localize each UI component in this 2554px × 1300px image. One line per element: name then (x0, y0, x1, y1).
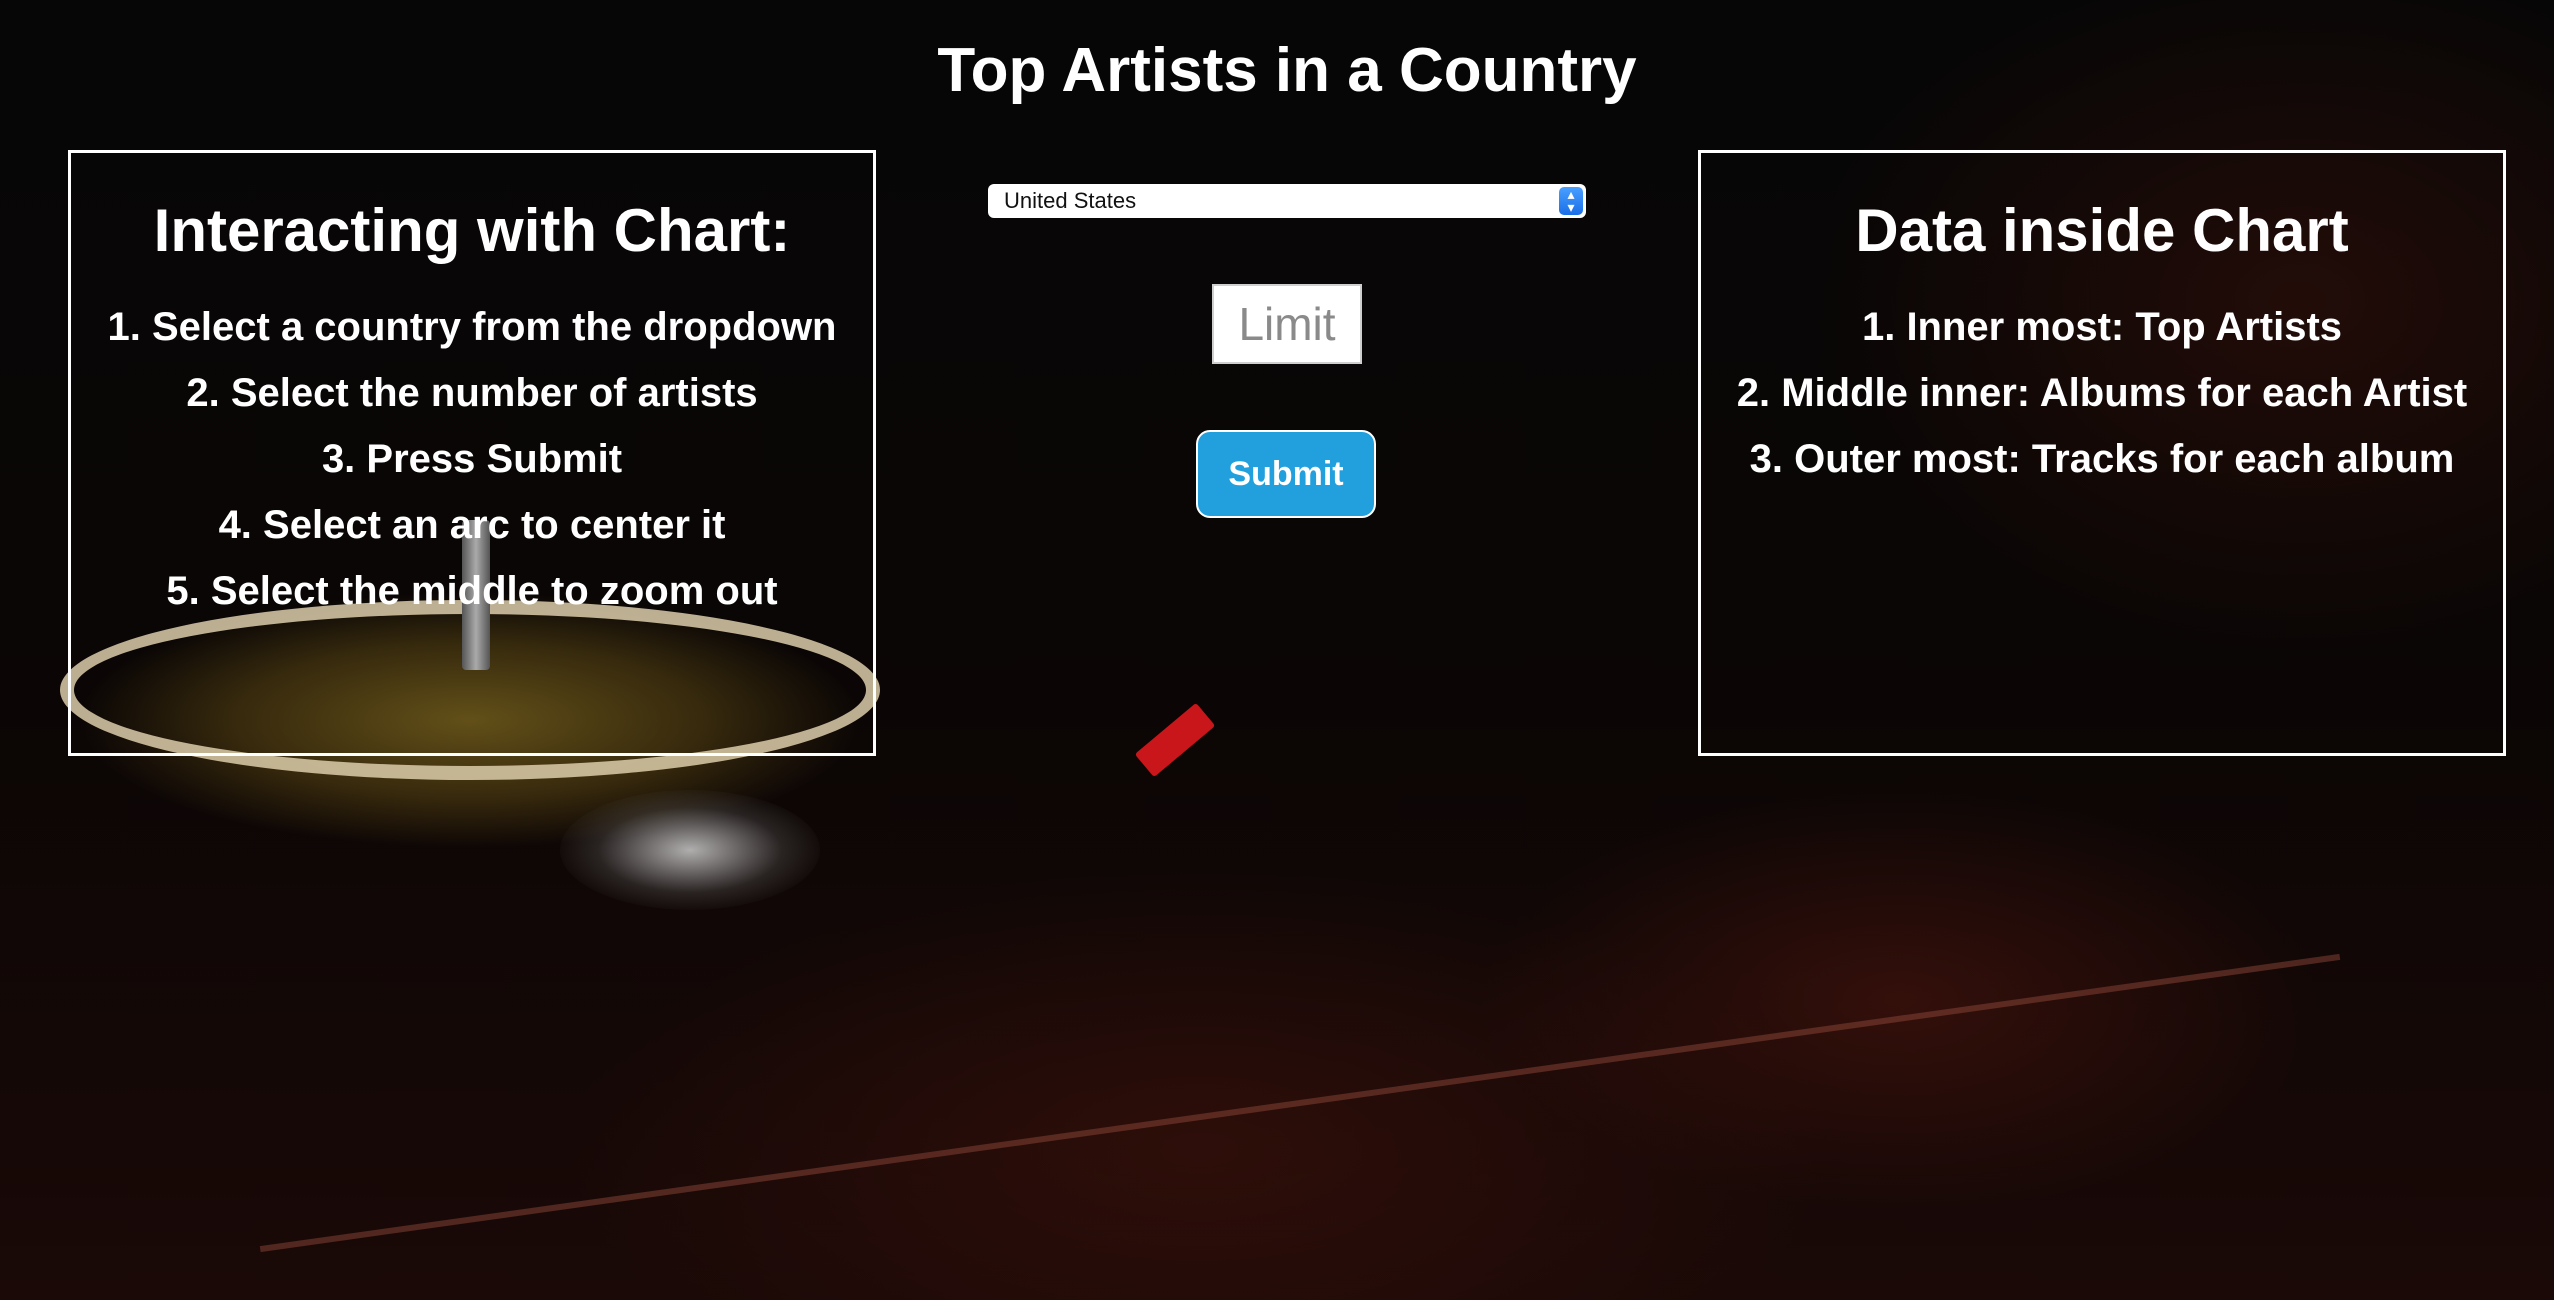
instruction-item: 2. Select the number of artists (186, 371, 758, 415)
legend-title: Data inside Chart (1855, 197, 2349, 264)
instructions-list: 1. Select a country from the dropdown 2.… (71, 294, 873, 624)
tonearm-decoration (1134, 702, 1216, 778)
instruction-item: 4. Select an arc to center it (218, 503, 726, 547)
limit-input[interactable] (1212, 284, 1362, 364)
submit-button[interactable]: Submit (1196, 430, 1376, 518)
legend-item: 1. Inner most: Top Artists (1861, 305, 2343, 349)
record-shine-decoration (560, 790, 820, 910)
legend-list: 1. Inner most: Top Artists 2. Middle inn… (1701, 294, 2503, 492)
page-background: Top Artists in a Country Interacting wit… (0, 0, 2554, 1300)
page-title: Top Artists in a Country (937, 36, 1637, 105)
cabinet-decoration (259, 953, 2341, 1253)
instruction-item: 3. Press Submit (321, 437, 623, 481)
country-dropdown[interactable]: United States ▴ ▾ (988, 184, 1586, 218)
legend-item: 3. Outer most: Tracks for each album (1749, 437, 2455, 481)
instruction-item: 5. Select the middle to zoom out (166, 569, 778, 613)
chart-data-legend-panel: Data inside Chart 1. Inner most: Top Art… (1698, 150, 2506, 756)
chevron-up-down-icon: ▴ ▾ (1559, 187, 1583, 215)
country-dropdown-value: United States (1004, 188, 1137, 213)
instructions-title: Interacting with Chart: (153, 197, 791, 264)
instruction-item: 1. Select a country from the dropdown (107, 305, 837, 349)
interaction-instructions-panel: Interacting with Chart: 1. Select a coun… (68, 150, 876, 756)
legend-item: 2. Middle inner: Albums for each Artist (1736, 371, 2468, 415)
